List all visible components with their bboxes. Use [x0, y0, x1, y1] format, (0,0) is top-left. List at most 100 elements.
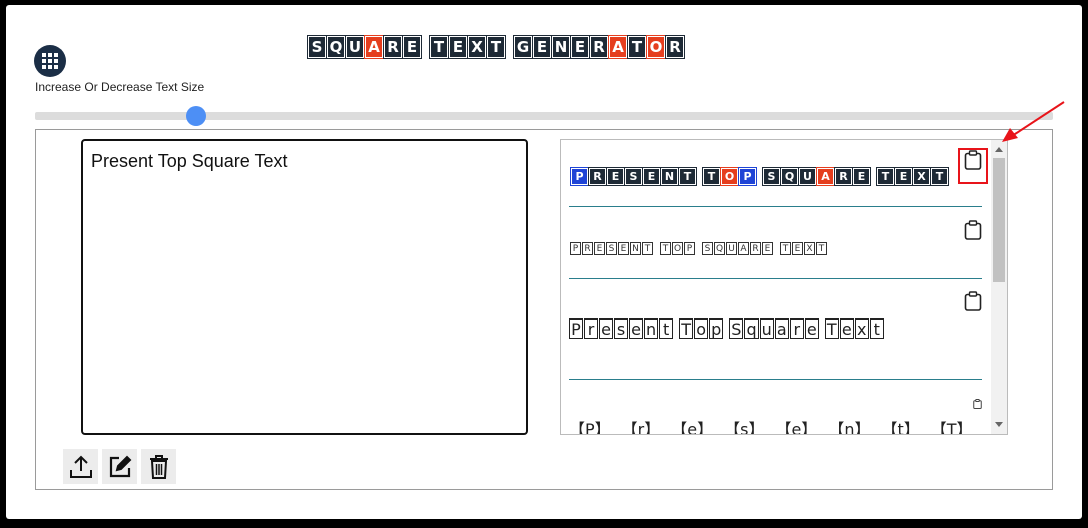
letter-tile: A — [816, 167, 835, 186]
slider-thumb[interactable] — [185, 106, 206, 126]
title-letter-tile: R — [383, 35, 403, 59]
letter-tile: N — [660, 167, 679, 186]
letter-bracket: p — [709, 318, 724, 339]
letter-box: E — [594, 242, 605, 255]
letter-bracket: S — [729, 318, 744, 339]
letter-lenticular: 【n】 — [828, 420, 871, 435]
letter-box: E — [792, 242, 803, 255]
letter-bracket: t — [659, 318, 674, 339]
letter-tile: E — [606, 167, 625, 186]
apps-menu-button[interactable] — [34, 45, 66, 77]
letter-lenticular: 【t】 — [881, 420, 920, 435]
title-letter-tile: X — [467, 35, 487, 59]
generator-frame: Present Top Square Text P R E S E N T T … — [35, 129, 1053, 490]
upload-icon — [69, 455, 92, 478]
letter-box: N — [630, 242, 641, 255]
letter-tile: U — [798, 167, 817, 186]
letter-tile: P — [738, 167, 757, 186]
letter-bracket: n — [644, 318, 659, 339]
letter-bracket: P — [569, 318, 583, 339]
square-text-style-3[interactable]: PresentTopSquareText — [569, 316, 969, 344]
letter-bracket: T — [824, 318, 839, 339]
output-scrollbar[interactable] — [991, 140, 1007, 434]
letter-bracket: s — [614, 318, 628, 339]
clipboard-icon — [972, 398, 982, 409]
list-item[interactable]: PRESENTTOPSQUARETEXT — [569, 207, 982, 279]
letter-tile: P — [570, 167, 589, 186]
letter-bracket: o — [694, 318, 709, 339]
letter-box: T — [660, 242, 671, 255]
letter-box: A — [738, 242, 749, 255]
scroll-down-arrow-icon[interactable] — [995, 422, 1003, 427]
letter-tile: T — [876, 167, 895, 186]
letter-lenticular: 【r】 — [621, 420, 661, 435]
letter-box: Q — [714, 242, 725, 255]
title-letter-tile: R — [589, 35, 609, 59]
letter-box: U — [726, 242, 737, 255]
letter-bracket: q — [744, 318, 759, 339]
letter-lenticular: 【s】 — [724, 420, 765, 435]
title-letter-tile: E — [448, 35, 468, 59]
trash-icon — [149, 454, 168, 479]
scroll-thumb[interactable] — [993, 158, 1005, 282]
letter-tile: O — [720, 167, 739, 186]
square-text-style-1[interactable]: PRESENTTOPSQUARETEXT — [570, 167, 949, 186]
title-letter-tile: E — [570, 35, 590, 59]
copy-button[interactable] — [964, 291, 982, 311]
letter-bracket: e — [804, 318, 819, 339]
list-item[interactable]: 【P】 【r】 【e】 【s】 【e】 【n】 【t】 【T】 — [569, 380, 984, 435]
title-letter-tile: A — [364, 35, 384, 59]
upload-button[interactable] — [63, 449, 98, 484]
square-text-style-2[interactable]: PRESENTTOPSQUARETEXT — [570, 242, 828, 255]
letter-bracket: r — [584, 318, 598, 339]
site-title-logo: SQUARETEXTGENERATOR — [307, 33, 685, 61]
output-panel[interactable]: PRESENTTOPSQUARETEXT PRESENTTOPSQUARETEX… — [560, 139, 1008, 435]
text-size-slider[interactable] — [35, 106, 1053, 126]
letter-tile: S — [762, 167, 781, 186]
letter-box: X — [804, 242, 815, 255]
letter-box: T — [780, 242, 791, 255]
letter-lenticular: 【e】 — [671, 420, 714, 435]
copy-button[interactable] — [972, 394, 982, 414]
clipboard-icon — [964, 291, 982, 311]
text-input[interactable]: Present Top Square Text — [81, 139, 528, 435]
highlight-box — [958, 148, 988, 184]
letter-tile: X — [912, 167, 931, 186]
letter-box: S — [606, 242, 617, 255]
letter-lenticular: 【e】 — [775, 420, 818, 435]
letter-bracket: t — [869, 318, 884, 339]
delete-button[interactable] — [141, 449, 176, 484]
copy-button[interactable] — [964, 220, 982, 240]
title-letter-tile: N — [551, 35, 571, 59]
title-letter-tile: E — [402, 35, 422, 59]
list-item[interactable]: PresentTopSquareText — [569, 279, 982, 380]
letter-box: R — [582, 242, 593, 255]
letter-bracket: e — [839, 318, 854, 339]
letter-bracket: e — [629, 318, 643, 339]
letter-box: R — [750, 242, 761, 255]
copy-button[interactable] — [958, 148, 988, 184]
title-letter-tile: R — [665, 35, 685, 59]
letter-box: P — [684, 242, 695, 255]
title-letter-tile: U — [345, 35, 365, 59]
title-letter-tile: E — [532, 35, 552, 59]
edit-icon — [109, 455, 131, 477]
letter-box: E — [762, 242, 773, 255]
grid-icon — [42, 53, 58, 69]
input-toolbar — [63, 449, 176, 484]
list-item[interactable]: PRESENTTOPSQUARETEXT — [569, 140, 988, 207]
letter-tile: E — [894, 167, 913, 186]
letter-tile: R — [834, 167, 853, 186]
letter-bracket: x — [854, 318, 869, 339]
letter-box: S — [702, 242, 713, 255]
page: SQUARETEXTGENERATOR Increase Or Decrease… — [6, 5, 1082, 519]
scroll-up-arrow-icon[interactable] — [995, 147, 1003, 152]
edit-button[interactable] — [102, 449, 137, 484]
title-letter-tile: T — [627, 35, 647, 59]
red-arrow-annotation-icon — [1002, 101, 1065, 142]
square-text-style-4[interactable]: 【P】 【r】 【e】 【s】 【e】 【n】 【t】 【T】 — [569, 416, 984, 435]
letter-box: T — [816, 242, 827, 255]
title-letter-tile: T — [429, 35, 449, 59]
letter-tile: Q — [780, 167, 799, 186]
letter-bracket: e — [599, 318, 613, 339]
